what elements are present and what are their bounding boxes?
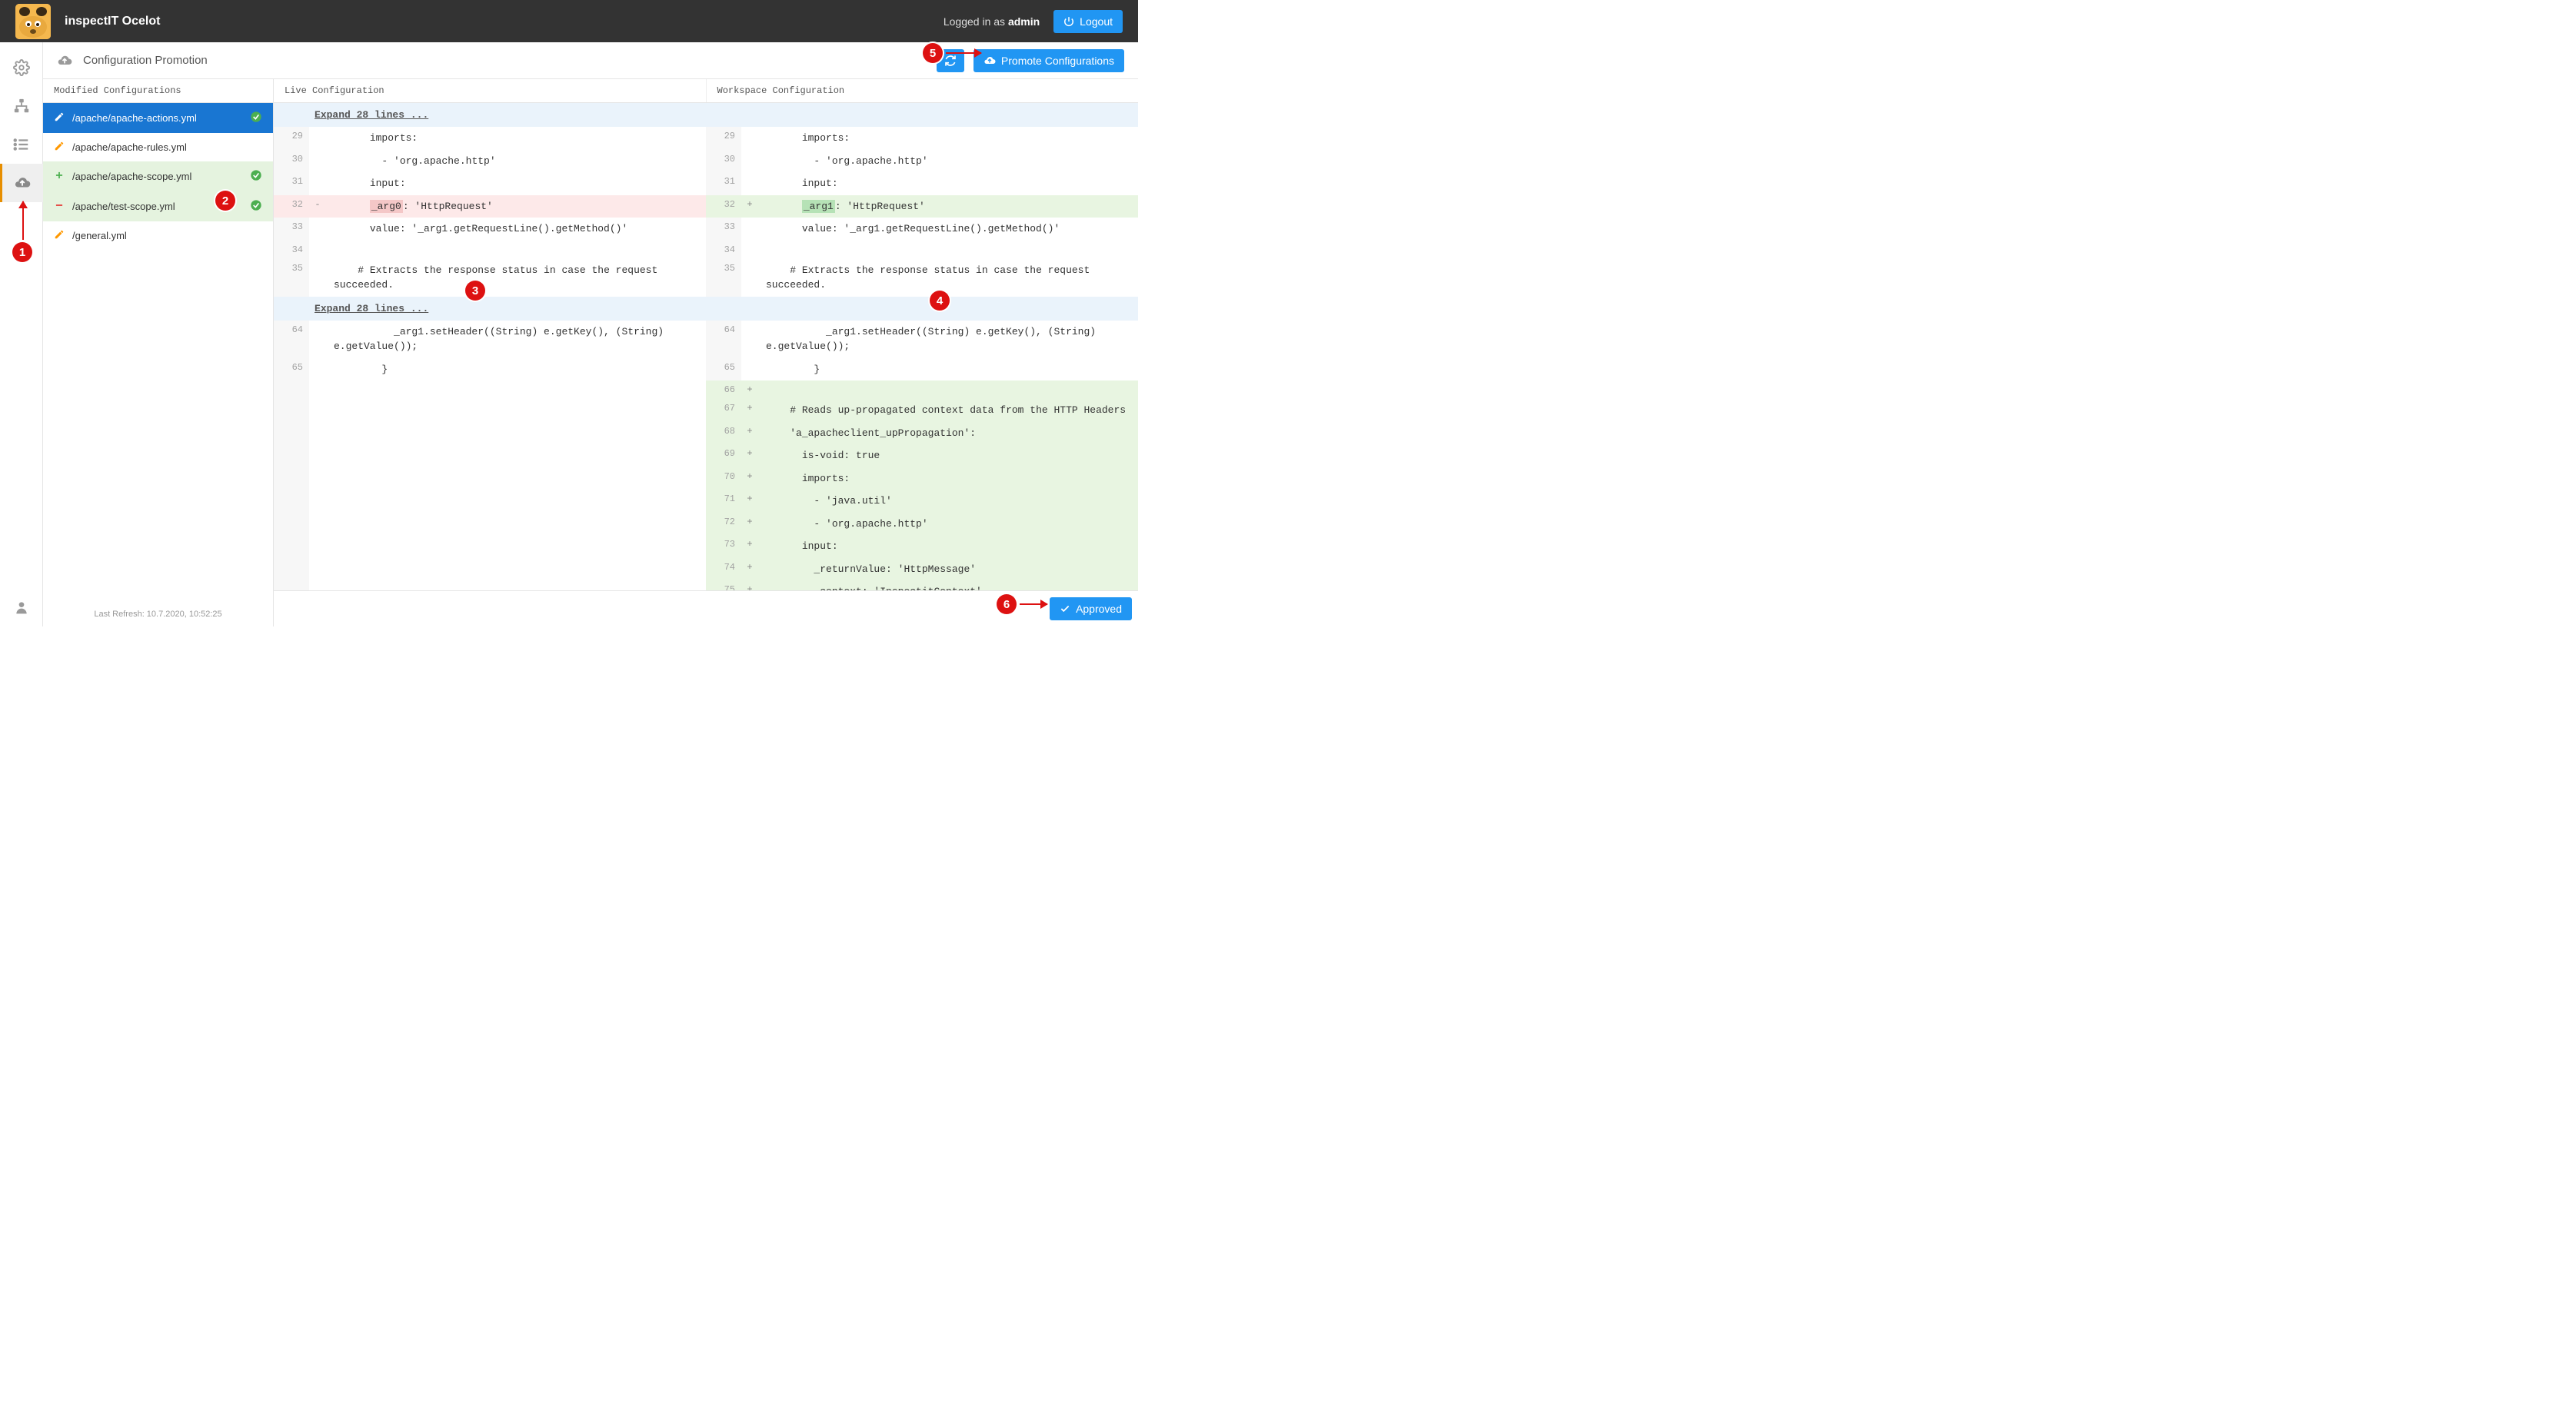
user-icon bbox=[14, 600, 29, 615]
live-config-header: Live Configuration bbox=[274, 79, 707, 102]
cloud-upload-icon bbox=[14, 174, 31, 191]
list-icon bbox=[13, 136, 30, 153]
plus-icon bbox=[54, 170, 65, 183]
page-title: Configuration Promotion bbox=[83, 54, 208, 67]
annotation-arrow bbox=[946, 52, 981, 54]
workspace-config-header: Workspace Configuration bbox=[707, 79, 1139, 102]
promote-button[interactable]: Promote Configurations bbox=[973, 49, 1124, 72]
brand-title: inspectIT Ocelot bbox=[65, 15, 160, 28]
minus-icon bbox=[54, 200, 65, 213]
logout-button[interactable]: Logout bbox=[1053, 10, 1123, 33]
code-line: imports: bbox=[326, 127, 706, 150]
annotation-callout-1: 1 bbox=[12, 242, 32, 262]
annotation-arrow bbox=[1020, 603, 1047, 605]
login-status: Logged in as admin bbox=[944, 15, 1040, 28]
file-row[interactable]: /general.yml bbox=[43, 221, 273, 250]
brand-logo bbox=[15, 4, 51, 39]
nav-item-promotion[interactable] bbox=[0, 164, 43, 202]
cloud-upload-icon bbox=[57, 53, 72, 68]
approved-icon bbox=[250, 169, 262, 184]
top-bar: inspectIT Ocelot Logged in as admin Logo… bbox=[0, 0, 1138, 42]
diff-scroll[interactable]: Expand 28 lines ... 29 imports: 29 impor… bbox=[274, 103, 1138, 590]
power-icon bbox=[1063, 16, 1074, 27]
last-refresh: Last Refresh: 10.7.2020, 10:52:25 bbox=[43, 602, 273, 626]
nav-rail bbox=[0, 42, 43, 626]
expand-mid[interactable]: Expand 28 lines ... bbox=[274, 297, 1138, 321]
annotation-callout-4: 4 bbox=[930, 291, 950, 311]
annotation-arrow bbox=[22, 201, 24, 240]
pen-icon bbox=[54, 111, 65, 125]
modified-configurations-panel: Modified Configurations /apache/apache-a… bbox=[43, 79, 274, 626]
expand-top[interactable]: Expand 28 lines ... bbox=[274, 103, 1138, 127]
refresh-icon bbox=[944, 55, 957, 67]
pen-icon bbox=[54, 141, 65, 154]
diff-panel: Live Configuration Workspace Configurati… bbox=[274, 79, 1138, 626]
approved-icon bbox=[250, 111, 262, 125]
nav-item-list[interactable] bbox=[0, 125, 43, 164]
file-name: /apache/apache-actions.yml bbox=[72, 112, 242, 124]
sitemap-icon bbox=[13, 98, 30, 115]
file-row[interactable]: /apache/test-scope.yml bbox=[43, 191, 273, 221]
panel-header: Modified Configurations bbox=[43, 79, 273, 103]
annotation-callout-3: 3 bbox=[465, 281, 485, 301]
diff-removed-line: _arg0: 'HttpRequest' bbox=[326, 195, 706, 218]
nav-item-settings[interactable] bbox=[0, 48, 43, 87]
nav-item-agents[interactable] bbox=[0, 87, 43, 125]
cloud-upload-icon bbox=[983, 55, 996, 67]
file-row[interactable]: /apache/apache-scope.yml bbox=[43, 161, 273, 191]
approved-icon bbox=[250, 199, 262, 214]
main-area: Configuration Promotion Promote Configur… bbox=[43, 42, 1138, 626]
annotation-callout-6: 6 bbox=[997, 594, 1017, 614]
annotation-callout-5: 5 bbox=[923, 43, 943, 63]
pen-icon bbox=[54, 229, 65, 242]
file-row[interactable]: /apache/apache-actions.yml bbox=[43, 103, 273, 133]
file-name: /general.yml bbox=[72, 230, 262, 241]
gear-icon bbox=[13, 59, 30, 76]
file-name: /apache/apache-scope.yml bbox=[72, 171, 242, 182]
annotation-callout-2: 2 bbox=[215, 191, 235, 211]
diff-added-line: _arg1: 'HttpRequest' bbox=[758, 195, 1138, 218]
file-name: /apache/apache-rules.yml bbox=[72, 141, 262, 153]
file-row[interactable]: /apache/apache-rules.yml bbox=[43, 133, 273, 161]
approved-button[interactable]: Approved bbox=[1050, 597, 1132, 620]
check-icon bbox=[1060, 603, 1070, 614]
nav-item-user[interactable] bbox=[0, 588, 43, 626]
